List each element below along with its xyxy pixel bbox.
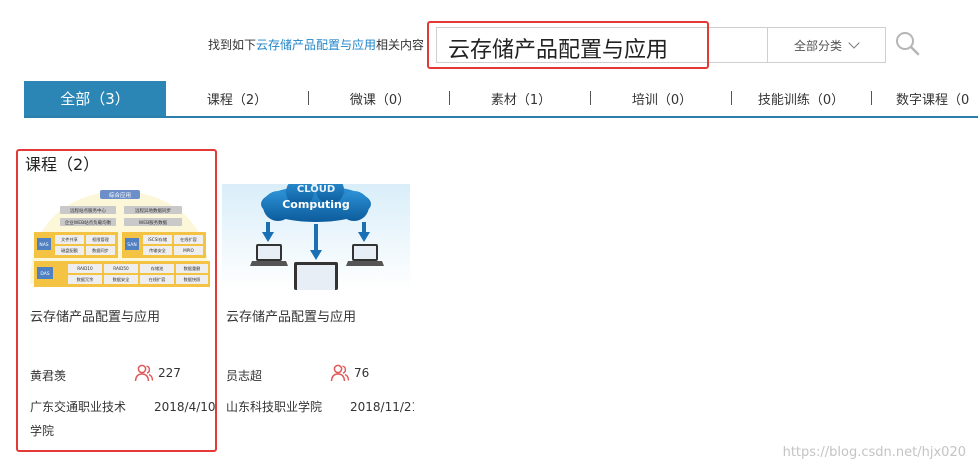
svg-text:iSCSI存储: iSCSI存储 [148,236,167,243]
tab-courses[interactable]: 课程（2） [166,81,308,116]
search-input-value[interactable]: 云存储产品配置与应用 [448,32,668,64]
users-icon [134,364,154,382]
svg-text:文件共享: 文件共享 [61,236,78,243]
svg-text:存储池: 存储池 [151,265,164,272]
course-thumbnail[interactable]: 综合应用 远程站点服务中心 远程异地数据同步 企业WEB站点负载均衡 WEB服务… [26,184,214,290]
course-thumbnail[interactable]: CLOUD Computing [222,184,410,290]
users-count: 227 [158,366,181,380]
svg-text:数据同步: 数据同步 [92,247,109,254]
svg-text:在线扩容: 在线扩容 [180,236,197,243]
thumb-cloud-line2: Computing [282,198,350,211]
thumb-row1-b: 远程异地数据同步 [135,207,171,214]
svg-text:磁盘配额: 磁盘配额 [61,247,79,254]
svg-text:权限管理: 权限管理 [92,236,110,243]
tab-underline [24,116,978,118]
search-icon [896,32,920,56]
tab-all[interactable]: 全部（3） [24,81,166,116]
course-date: 2018/4/10 [154,400,216,414]
category-select-label: 全部分类 [793,38,842,53]
thumb-nas: NAS [39,242,48,248]
users-icon [330,364,350,382]
chevron-down-icon [848,37,860,49]
course-date: 2018/11/21 [350,400,414,414]
hint-suffix: 相关内容 [376,38,425,52]
svg-text:数据快照: 数据快照 [184,276,201,283]
tab-microcourses[interactable]: 微课（0） [309,81,451,116]
svg-text:数据安全: 数据安全 [113,276,131,283]
course-teacher: 黄君羡 [30,369,67,383]
course-teacher: 员志超 [226,369,263,383]
tab-training[interactable]: 培训（0） [591,81,733,116]
category-select[interactable]: 全部分类 [768,28,884,62]
svg-text:传输安全: 传输安全 [149,247,167,254]
thumb-row2-b: WEB服务数据 [139,219,168,226]
watermark: https://blog.csdn.net/hjx020 [782,445,966,460]
search-result-hint: 找到如下云存储产品配置与应用相关内容 [208,36,424,53]
users-count: 76 [354,366,370,380]
search-button[interactable] [894,30,922,58]
svg-text:数据重删: 数据重删 [184,265,201,272]
course-school: 山东科技职业学院 [226,400,323,414]
thumb-banner: 综合应用 [109,191,131,199]
course-card[interactable]: CLOUD Computing 云存储产品配置与应用 员志超 76 山东科技职业… [222,184,414,444]
course-school: 广东交通职业技术学院 [30,400,127,438]
tab-digital-courses[interactable]: 数字课程（0 [872,81,978,116]
thumb-das: DAS [40,271,49,277]
course-title[interactable]: 云存储产品配置与应用 [226,306,356,325]
thumb-row2-a: 企业WEB站点负载均衡 [65,219,112,226]
section-title: 课程（2） [25,155,100,174]
svg-text:MPIO: MPIO [183,248,194,253]
thumb-row1-a: 远程站点服务中心 [70,207,106,214]
svg-text:数据冗余: 数据冗余 [77,276,95,283]
svg-text:RAID50: RAID50 [113,266,129,271]
course-users: 227 [134,364,181,382]
tab-skill-training[interactable]: 技能训练（0） [732,81,870,116]
course-title[interactable]: 云存储产品配置与应用 [30,306,160,325]
svg-text:RAID10: RAID10 [77,266,93,271]
svg-text:在线扩容: 在线扩容 [149,276,166,283]
course-users: 76 [330,364,369,382]
hint-prefix: 找到如下 [208,38,257,52]
thumb-cloud-line1: CLOUD [297,184,335,195]
hint-keyword[interactable]: 云存储产品配置与应用 [256,38,376,52]
thumb-san: SAN [127,242,136,248]
tab-materials[interactable]: 素材（1） [450,81,592,116]
course-card[interactable]: 综合应用 远程站点服务中心 远程异地数据同步 企业WEB站点负载均衡 WEB服务… [26,184,216,438]
